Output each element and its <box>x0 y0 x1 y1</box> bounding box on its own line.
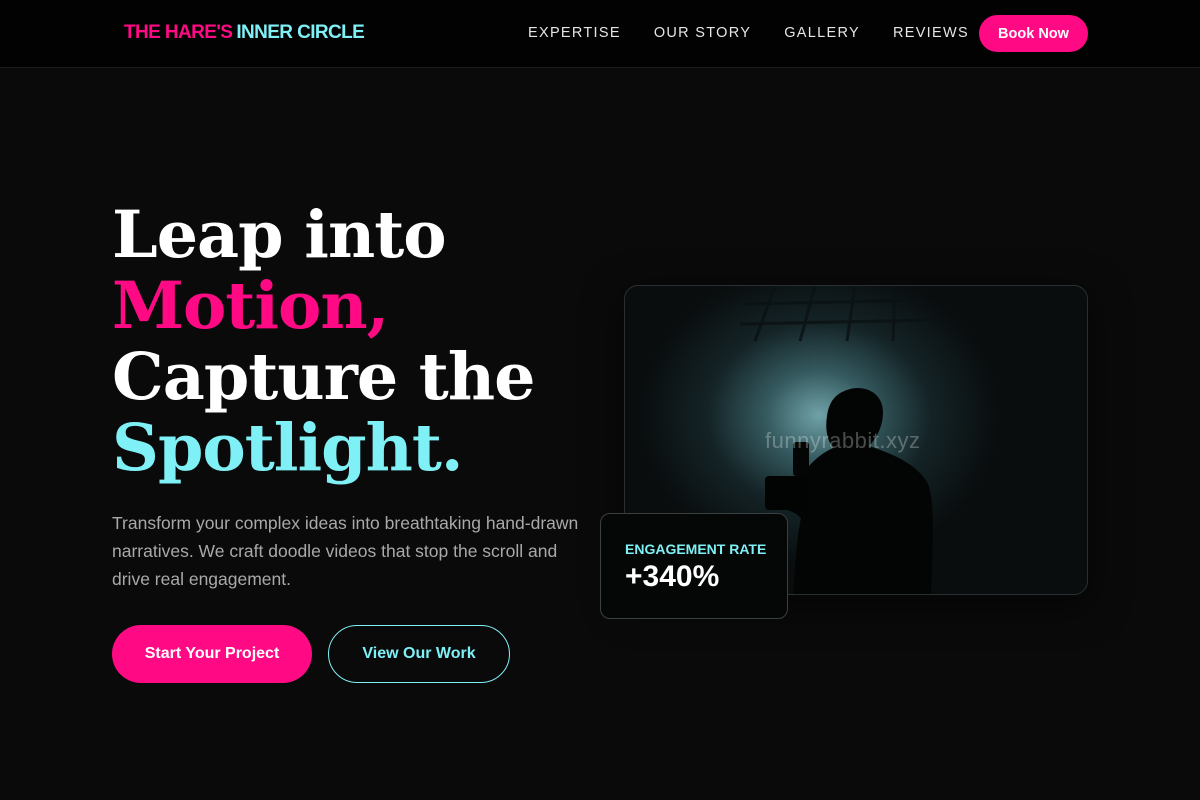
start-project-button[interactable]: Start Your Project <box>112 625 312 683</box>
headline-line-1: Leap into <box>112 197 447 273</box>
engagement-stat-card: ENGAGEMENT RATE +340% <box>600 513 788 619</box>
brand-logo[interactable]: THE HARE'S INNER CIRCLE <box>124 22 365 44</box>
nav-links: EXPERTISE OUR STORY GALLERY REVIEWS <box>528 25 1002 41</box>
brand-name-part2: INNER CIRCLE <box>236 22 365 43</box>
headline-line-3: Capture the <box>112 339 535 415</box>
top-navbar: THE HARE'S INNER CIRCLE EXPERTISE OUR STO… <box>0 0 1200 68</box>
stat-value: +340% <box>625 560 720 593</box>
brand-name-part1: THE HARE'S <box>124 22 233 43</box>
hero-subtitle: Transform your complex ideas into breath… <box>112 513 579 589</box>
book-now-button[interactable]: Book Now <box>979 15 1088 52</box>
nav-link-reviews[interactable]: REVIEWS <box>893 25 969 41</box>
nav-link-our-story[interactable]: OUR STORY <box>654 25 751 41</box>
camera-body <box>765 476 809 510</box>
image-watermark: funnyrabbit.xyz <box>765 428 921 453</box>
ceiling-rig <box>739 286 936 342</box>
nav-link-gallery[interactable]: GALLERY <box>784 25 860 41</box>
headline-line-4: Spotlight. <box>112 410 464 486</box>
nav-link-expertise[interactable]: EXPERTISE <box>528 25 621 41</box>
stat-label: ENGAGEMENT RATE <box>625 541 767 557</box>
headline-line-2: Motion, <box>112 268 389 344</box>
view-work-button[interactable]: View Our Work <box>328 625 510 683</box>
hero-headline: Leap into Motion, Capture the Spotlight. <box>112 197 535 486</box>
